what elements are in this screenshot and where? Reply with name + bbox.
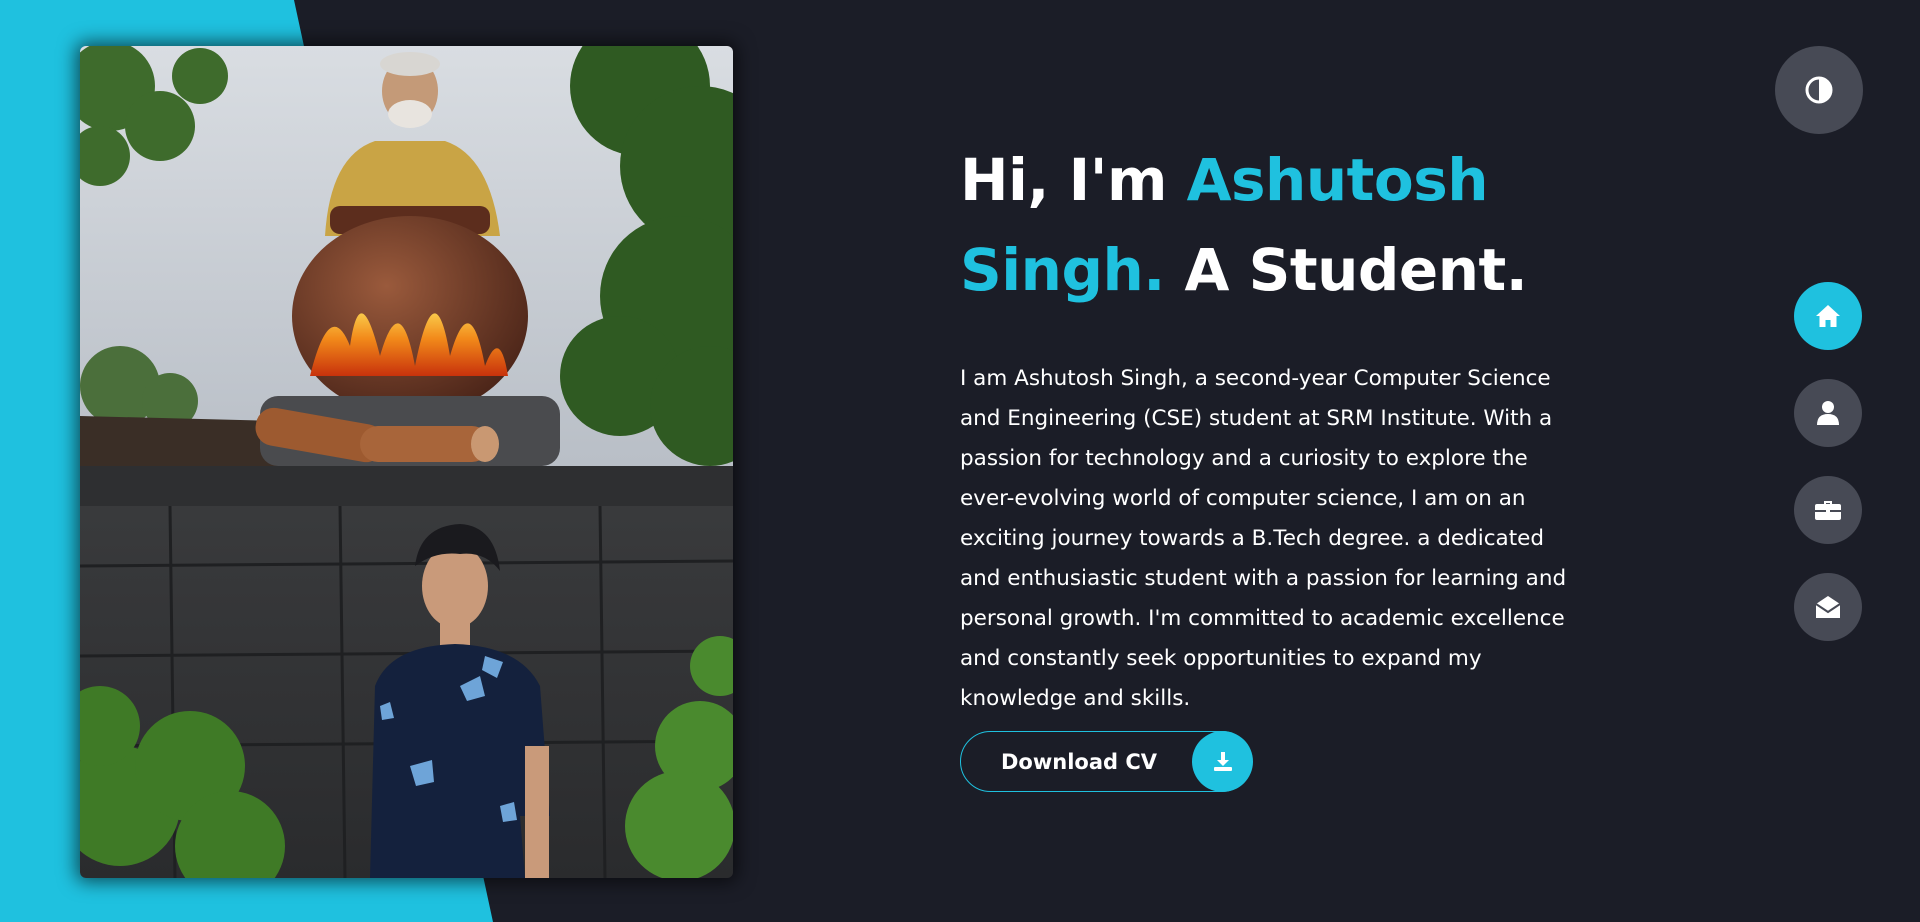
greeting-text: Hi, I'm [960,146,1187,214]
home-icon [1816,305,1840,327]
hero-content: Hi, I'm Ashutosh Singh. A Student. I am A… [960,135,1580,719]
theme-toggle-button[interactable] [1775,46,1863,134]
download-icon [1213,752,1232,771]
nav-home-button[interactable] [1794,282,1862,350]
home-page: Hi, I'm Ashutosh Singh. A Student. I am A… [0,0,1920,922]
nav-contact-button[interactable] [1794,573,1862,641]
download-icon-circle[interactable] [1192,730,1253,792]
nav-about-button[interactable] [1794,379,1862,447]
download-cv-button[interactable]: Download CV [960,730,1253,792]
half-circle-contrast-icon [1805,76,1833,104]
hero-headline: Hi, I'm Ashutosh Singh. A Student. [960,135,1580,315]
side-nav [1794,282,1862,670]
name-last: Singh. [960,236,1165,304]
user-icon [1817,401,1839,425]
bio-paragraph: I am Ashutosh Singh, a second-year Compu… [960,366,1567,711]
role-text: A Student. [1164,236,1528,304]
download-cv-label: Download CV [1001,749,1158,774]
envelope-open-icon [1815,596,1841,618]
profile-photo [80,46,733,878]
name-first: Ashutosh [1186,146,1489,214]
nav-portfolio-button[interactable] [1794,476,1862,544]
briefcase-icon [1815,501,1841,520]
